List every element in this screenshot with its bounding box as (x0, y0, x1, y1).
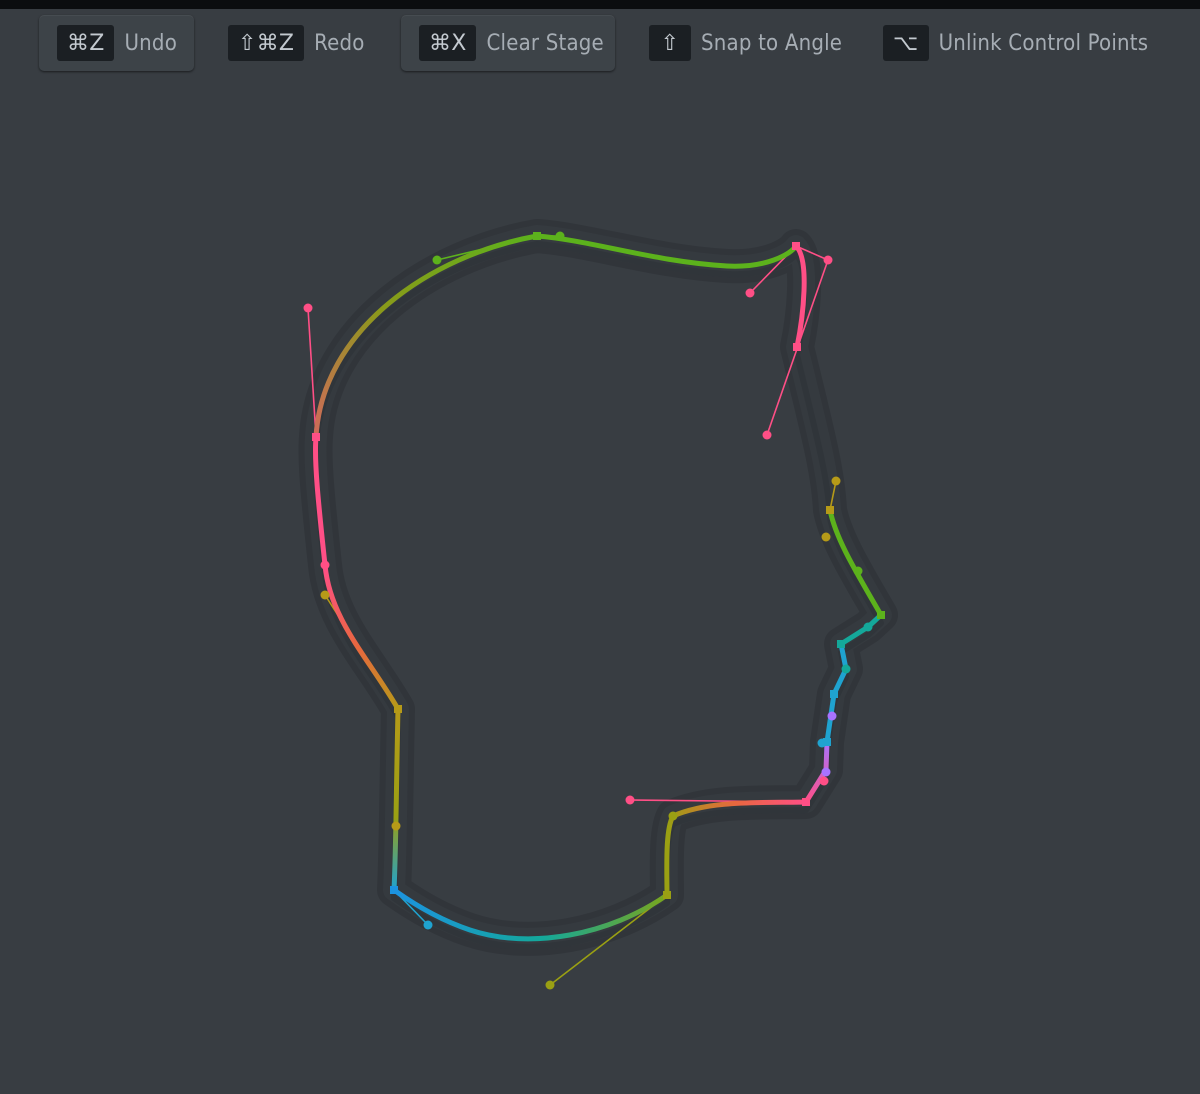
control-point (821, 532, 831, 542)
control-point (827, 711, 837, 721)
control-point (841, 664, 851, 674)
anchor-point (312, 433, 320, 441)
drawing-stage[interactable] (0, 0, 1200, 1094)
control-point (545, 980, 555, 990)
anchor-point (802, 798, 810, 806)
anchor-point (533, 232, 541, 240)
control-point (819, 776, 829, 786)
control-point (853, 566, 863, 576)
control-point (432, 255, 442, 265)
control-point (863, 622, 873, 632)
control-point (555, 231, 565, 241)
control-point (320, 560, 330, 570)
control-point (821, 767, 831, 777)
anchor-point (792, 242, 800, 250)
anchor-point (793, 343, 801, 351)
control-point (831, 476, 841, 486)
control-point (745, 288, 755, 298)
control-point (303, 303, 313, 313)
control-point (423, 920, 433, 930)
anchor-point (826, 506, 834, 514)
anchor-point (837, 640, 845, 648)
control-point (625, 795, 635, 805)
control-point (391, 821, 401, 831)
control-point (668, 811, 678, 821)
anchor-point (830, 690, 838, 698)
control-point (320, 590, 330, 600)
anchor-point (877, 611, 885, 619)
control-point (762, 430, 772, 440)
control-point (823, 255, 833, 265)
anchor-point (394, 705, 402, 713)
anchor-point (823, 738, 831, 746)
anchor-point (663, 891, 671, 899)
anchor-point (390, 886, 398, 894)
